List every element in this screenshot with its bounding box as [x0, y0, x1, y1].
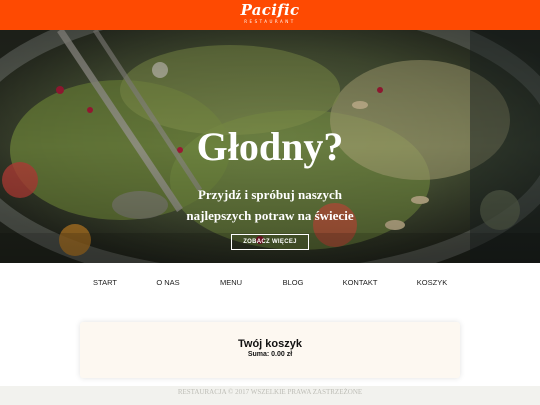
see-more-button[interactable]: ZOBACZ WIĘCEJ: [231, 234, 309, 250]
main-nav: START O NAS MENU BLOG KONTAKT KOSZYK: [0, 263, 540, 303]
nav-item-start[interactable]: START: [93, 278, 117, 287]
hero-banner: Głodny? Przyjdź i spróbuj naszych najlep…: [0, 30, 540, 263]
footer-copyright: RESTAURACJA © 2017 WSZELKIE PRAWA ZASTRZ…: [177, 388, 363, 396]
logo-subtitle: RESTAURANT: [244, 19, 296, 24]
cart-title: Twój koszyk: [238, 338, 302, 350]
nav-item-about[interactable]: O NAS: [156, 278, 179, 287]
nav-item-contact[interactable]: KONTAKT: [343, 278, 378, 287]
cart-total: Suma: 0.00 zł: [247, 351, 293, 358]
top-bar: Pacific RESTAURANT: [0, 0, 540, 30]
nav-item-menu[interactable]: MENU: [220, 278, 242, 287]
footer: RESTAURACJA © 2017 WSZELKIE PRAWA ZASTRZ…: [0, 386, 540, 405]
cart-summary-card: Twój koszyk Suma: 0.00 zł: [80, 322, 460, 378]
nav-item-blog[interactable]: BLOG: [283, 278, 304, 287]
logo[interactable]: Pacific: [0, 1, 540, 19]
hero-subtitle: Przyjdź i spróbuj naszych najlepszych po…: [186, 187, 354, 223]
nav-item-cart[interactable]: KOSZYK: [417, 278, 447, 287]
hero-title: Głodny?: [196, 124, 344, 169]
